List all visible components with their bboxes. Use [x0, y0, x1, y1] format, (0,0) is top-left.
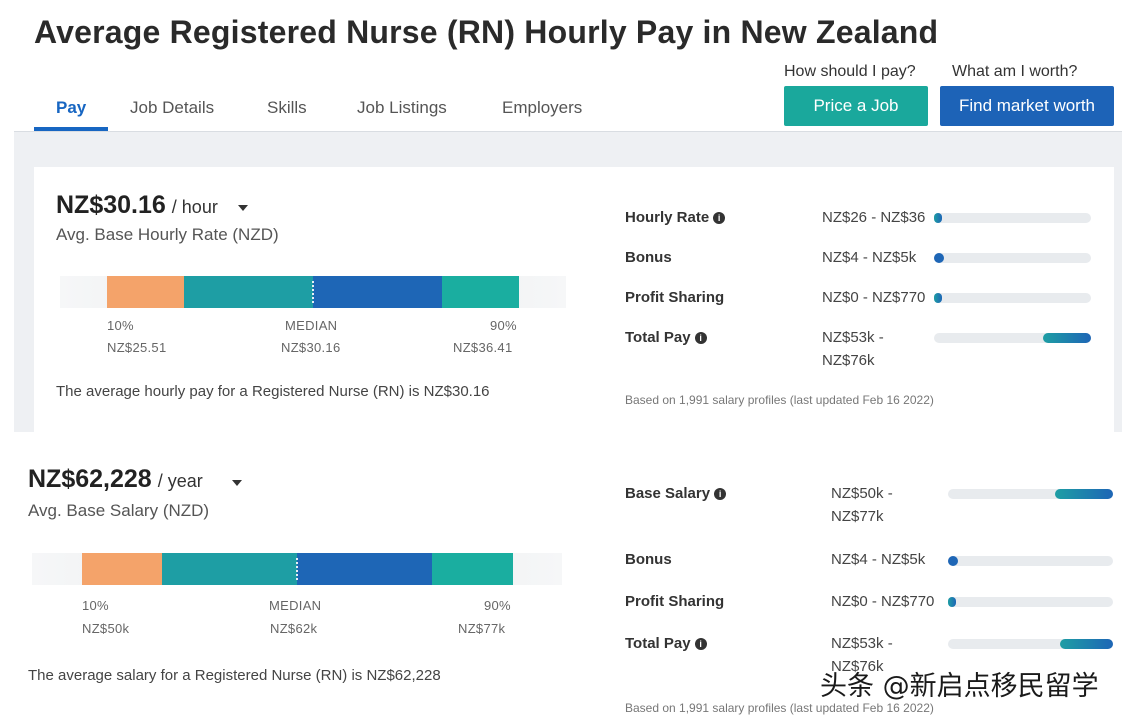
hourly-top-segment	[442, 276, 519, 308]
hourly-amount: NZ$30.16	[56, 191, 166, 219]
row-annual-profit-sharing-fill	[948, 597, 956, 607]
hourly-subtitle: Avg. Base Hourly Rate (NZD)	[56, 225, 279, 244]
hourly-unit-selector[interactable]: / hour	[172, 197, 218, 217]
page-title: Average Registered Nurse (RN) Hourly Pay…	[34, 14, 939, 50]
annual-footnote: Based on 1,991 salary profiles (last upd…	[625, 701, 934, 715]
hourly-lower-mid-segment	[184, 276, 313, 308]
annual-p90-label: 90%	[484, 598, 511, 613]
price-question: How should I pay?	[784, 63, 916, 80]
annual-summary: The average salary for a Registered Nurs…	[28, 667, 441, 684]
hourly-median-label: MEDIAN	[285, 318, 338, 333]
row-profit-sharing-fill	[934, 293, 942, 303]
annual-unit-selector[interactable]: / year	[158, 471, 203, 491]
hourly-p90-label: 90%	[490, 318, 517, 333]
row-profit-sharing-range: NZ$0 - NZ$770	[822, 289, 926, 306]
annual-lower-mid-segment	[162, 553, 297, 585]
row-annual-total-pay-track	[948, 639, 1113, 649]
row-bonus-track	[934, 253, 1091, 263]
row-base-salary-range: NZ$50k - NZ$77k	[831, 485, 893, 525]
annual-p90-value: NZ$77k	[458, 621, 506, 636]
row-annual-bonus-track	[948, 556, 1113, 566]
row-profit-sharing-label: Profit Sharing	[625, 289, 725, 306]
row-annual-bonus-label: Bonus	[625, 551, 672, 568]
watermark: 头条 @新启点移民留学	[820, 671, 1099, 702]
info-icon[interactable]: i	[713, 212, 726, 224]
row-annual-total-pay-fill	[1060, 639, 1113, 649]
hourly-bottom-segment	[107, 276, 184, 308]
hourly-summary: The average hourly pay for a Registered …	[56, 383, 490, 400]
row-base-salary-label: Base Salary i	[625, 485, 727, 502]
annual-median-label: MEDIAN	[269, 598, 322, 613]
tab-bar: Pay Job Details Skills Job Listings Empl…	[14, 86, 1122, 132]
row-bonus-label: Bonus	[625, 249, 672, 266]
annual-bottom-segment	[82, 553, 162, 585]
info-icon[interactable]: i	[694, 332, 707, 344]
row-base-salary-track	[948, 489, 1113, 499]
row-total-pay-fill	[1043, 333, 1091, 343]
annual-upper-mid-segment	[297, 553, 432, 585]
row-annual-profit-sharing-track	[948, 597, 1113, 607]
hourly-upper-mid-segment	[313, 276, 442, 308]
row-annual-total-pay-label: Total Pay i	[625, 635, 707, 652]
tab-pay[interactable]: Pay	[56, 98, 86, 118]
annual-subtitle: Avg. Base Salary (NZD)	[28, 501, 210, 520]
annual-median-value: NZ$62k	[270, 621, 318, 636]
row-total-pay-track	[934, 333, 1091, 343]
row-annual-profit-sharing-label: Profit Sharing	[625, 593, 725, 610]
tab-skills[interactable]: Skills	[267, 98, 307, 118]
hourly-p10-value: NZ$25.51	[107, 340, 167, 355]
hourly-pay-value: NZ$30.16 / hour	[56, 191, 218, 220]
row-hourly-rate-range: NZ$26 - NZ$36	[822, 209, 926, 226]
info-icon[interactable]: i	[714, 488, 727, 500]
chevron-down-icon[interactable]	[232, 480, 242, 486]
row-total-pay-range: NZ$53k - NZ$76k	[822, 329, 884, 369]
annual-amount: NZ$62,228	[28, 465, 152, 493]
row-total-pay-label: Total Pay i	[625, 329, 707, 346]
hourly-median-value: NZ$30.16	[281, 340, 341, 355]
annual-p10-value: NZ$50k	[82, 621, 130, 636]
annual-p10-label: 10%	[82, 598, 109, 613]
row-hourly-rate-track	[934, 213, 1091, 223]
worth-question: What am I worth?	[952, 63, 1078, 80]
tab-job-details[interactable]: Job Details	[130, 98, 214, 118]
chevron-down-icon[interactable]	[238, 205, 248, 211]
row-annual-profit-sharing-range: NZ$0 - NZ$770	[831, 593, 935, 610]
hourly-footnote: Based on 1,991 salary profiles (last upd…	[625, 393, 934, 407]
row-hourly-rate-fill	[934, 213, 942, 223]
row-bonus-dot	[934, 253, 944, 263]
row-base-salary-fill	[1055, 489, 1113, 499]
annual-pay-value: NZ$62,228 / year	[28, 465, 203, 494]
hourly-p10-label: 10%	[107, 318, 134, 333]
row-profit-sharing-track	[934, 293, 1091, 303]
row-annual-bonus-dot	[948, 556, 958, 566]
row-bonus-range: NZ$4 - NZ$5k	[822, 249, 917, 266]
tab-employers[interactable]: Employers	[502, 98, 582, 118]
annual-median-marker	[296, 558, 298, 580]
hourly-p90-value: NZ$36.41	[453, 340, 513, 355]
info-icon[interactable]: i	[694, 638, 707, 650]
hourly-median-marker	[312, 281, 314, 303]
row-annual-bonus-range: NZ$4 - NZ$5k	[831, 551, 926, 568]
annual-top-segment	[432, 553, 513, 585]
active-tab-indicator	[34, 127, 108, 131]
tab-job-listings[interactable]: Job Listings	[357, 98, 447, 118]
row-hourly-rate-label: Hourly Rate i	[625, 209, 726, 226]
